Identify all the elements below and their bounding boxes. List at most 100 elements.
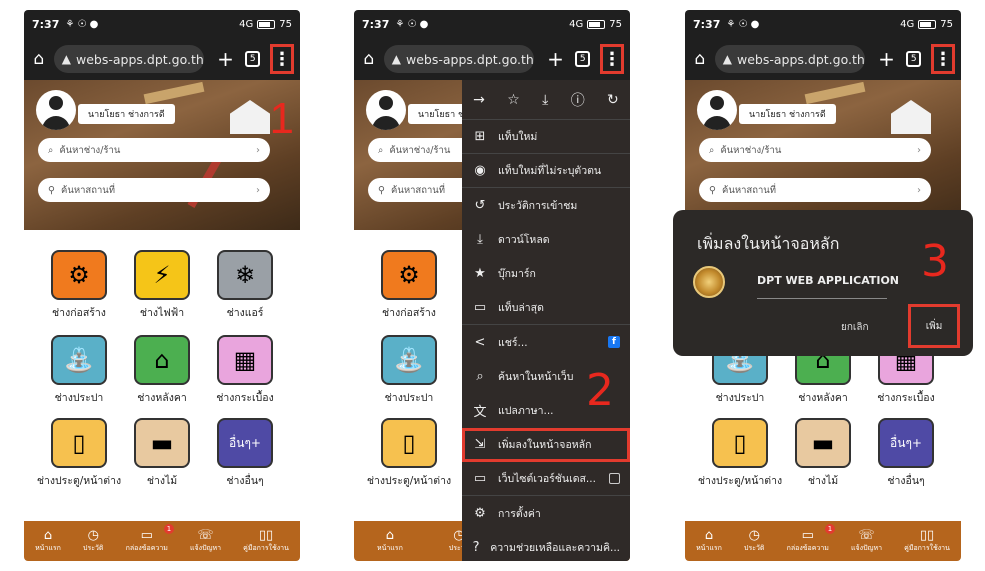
search-location-input[interactable]: ⚲ ค้นหาสถานที่ › bbox=[699, 178, 931, 202]
menu-item-recent-tabs[interactable]: ▭ แท็บล่าสุด bbox=[462, 291, 630, 326]
nav-manual[interactable]: ▯▯ คู่มือการใช้งาน bbox=[243, 528, 289, 554]
status-bar: 7:37 ⚘ ☉ ● 4G 75 bbox=[354, 10, 630, 38]
user-name: นายโยธา ช่างการดี bbox=[78, 104, 175, 124]
nav-manual[interactable]: ▯▯ คู่มือการใช้งาน bbox=[904, 528, 950, 554]
menu-item-incognito[interactable]: ◉ แท็บใหม่ที่ไม่ระบุตัวตน bbox=[462, 154, 630, 189]
wood-icon: ▬ bbox=[795, 418, 851, 468]
nav-home[interactable]: ⌂ หน้าแรก bbox=[35, 528, 61, 554]
chevron-right-icon: › bbox=[917, 144, 921, 156]
browser-toolbar: ⌂ ▲ webs-apps.dpt.go.th/c + 5 ⋮ bbox=[24, 38, 300, 80]
search-location-input[interactable]: ⚲ ค้นหาสถานที่ › bbox=[38, 178, 270, 202]
construction-icon: ⚙ bbox=[51, 250, 107, 300]
browser-menu-button[interactable]: ⋮ bbox=[931, 44, 956, 74]
new-tab-icon[interactable]: + bbox=[877, 47, 897, 71]
refresh-icon[interactable]: ↻ bbox=[607, 92, 619, 108]
construction-icon: ⚙ bbox=[381, 250, 437, 300]
translate-icon: 文 bbox=[473, 405, 487, 421]
browser-overflow-menu: → ☆ ⤓ ⓘ ↻ ⊞ แท็บใหม่ ◉ แท็บใหม่ที่ไม่ระบุต… bbox=[462, 80, 630, 561]
app-name-field[interactable]: DPT WEB APPLICATION bbox=[757, 274, 899, 287]
url-bar[interactable]: ▲ webs-apps.dpt.go.th/c bbox=[714, 45, 865, 73]
step-marker: 2 bbox=[586, 365, 614, 416]
home-icon[interactable]: ⌂ bbox=[691, 49, 709, 69]
bottom-nav: ⌂ หน้าแรก ◷ ประวัติ ▭ 1 กล่องข้อความ ☏ แจ้งปั… bbox=[24, 521, 300, 561]
search-icon: ⌕ bbox=[378, 144, 384, 156]
service-construction[interactable]: ⚙ ช่างก่อสร้าง bbox=[364, 250, 454, 321]
avatar[interactable] bbox=[697, 90, 737, 130]
avatar[interactable] bbox=[36, 90, 76, 130]
desktop-site-checkbox[interactable] bbox=[609, 472, 620, 484]
service-plumbing[interactable]: ⛲ ช่างประปา bbox=[364, 335, 454, 406]
house-decoration bbox=[230, 100, 270, 134]
tabs-icon[interactable]: 5 bbox=[906, 51, 922, 67]
hero-banner: นายโยธา ช่างการดี ⌕ ค้นหาช่าง/ร้าน › ⚲ ค… bbox=[685, 80, 961, 230]
menu-item-history[interactable]: ↺ ประวัติการเข้าชม bbox=[462, 188, 630, 222]
faucet-icon: ⛲ bbox=[381, 335, 437, 385]
download-icon[interactable]: ⤓ bbox=[542, 92, 548, 108]
url-bar[interactable]: ▲ webs-apps.dpt.go.th/c bbox=[53, 45, 204, 73]
service-other[interactable]: อื่นๆ+ ช่างอื่นๆ bbox=[200, 418, 290, 489]
tile-icon: ▦ bbox=[217, 335, 273, 385]
menu-item-desktop-site[interactable]: ▭ เว็บไซต์เวอร์ชันเดส... bbox=[462, 462, 630, 497]
new-tab-icon[interactable]: + bbox=[546, 47, 566, 71]
warning-icon: ▲ bbox=[61, 52, 72, 66]
service-electric[interactable]: ⚡ ช่างไฟฟ้า bbox=[117, 250, 207, 321]
tabs-icon[interactable]: 5 bbox=[575, 51, 591, 67]
nav-inbox[interactable]: ▭ 1 กล่องข้อความ bbox=[787, 524, 835, 554]
service-plumbing[interactable]: ⛲ ช่างประปา bbox=[34, 335, 124, 406]
service-wood[interactable]: ▬ ช่างไม้ bbox=[778, 418, 868, 489]
service-construction[interactable]: ⚙ ช่างก่อสร้าง bbox=[34, 250, 124, 321]
nav-report[interactable]: ☏ แจ้งปัญหา bbox=[190, 528, 221, 554]
nav-history[interactable]: ◷ ประวัติ bbox=[744, 528, 764, 554]
star-icon[interactable]: ☆ bbox=[507, 92, 520, 108]
home-icon: ⌂ bbox=[43, 528, 53, 543]
search-icon: ⌕ bbox=[48, 144, 54, 156]
service-wood[interactable]: ▬ ช่างไม้ bbox=[117, 418, 207, 489]
info-icon[interactable]: ⓘ bbox=[571, 90, 585, 110]
nav-history[interactable]: ◷ ประวัติ bbox=[83, 528, 103, 554]
menu-item-add-to-home-screen[interactable]: ⇲ เพิ่มลงในหน้าจอหลัก bbox=[462, 427, 630, 462]
desktop-icon: ▭ bbox=[473, 470, 487, 486]
menu-item-settings[interactable]: ⚙ การตั้งค่า bbox=[462, 496, 630, 530]
browser-toolbar: ⌂ ▲ webs-apps.dpt.go.th/c + 5 ⋮ bbox=[354, 38, 630, 80]
location-pin-icon: ⚲ bbox=[378, 184, 385, 196]
service-other[interactable]: อื่นๆ+ ช่างอื่นๆ bbox=[861, 418, 951, 489]
clock-icon: ◷ bbox=[87, 528, 99, 543]
nav-report[interactable]: ☏ แจ้งปัญหา bbox=[851, 528, 882, 554]
service-door-window[interactable]: ▯ ช่างประตู/หน้าต่าง bbox=[364, 418, 454, 489]
menu-item-new-tab[interactable]: ⊞ แท็บใหม่ bbox=[462, 120, 630, 155]
forward-icon[interactable]: → bbox=[473, 92, 485, 108]
menu-item-downloads[interactable]: ⤓ ดาวน์โหลด bbox=[462, 223, 630, 257]
home-icon: ⌂ bbox=[704, 528, 714, 543]
chat-icon: ▭ bbox=[140, 528, 153, 543]
home-icon[interactable]: ⌂ bbox=[30, 49, 48, 69]
url-bar[interactable]: ▲ webs-apps.dpt.go.th/c bbox=[383, 45, 534, 73]
browser-menu-button[interactable]: ⋮ bbox=[270, 44, 295, 74]
add-button[interactable]: เพิ่ม bbox=[908, 304, 960, 348]
search-store-input[interactable]: ⌕ ค้นหาช่าง/ร้าน › bbox=[38, 138, 270, 162]
service-aircon[interactable]: ❄ ช่างแอร์ bbox=[200, 250, 290, 321]
menu-item-bookmarks[interactable]: ★ บุ๊กมาร์ก bbox=[462, 257, 630, 291]
search-store-input[interactable]: ⌕ ค้นหาช่าง/ร้าน › bbox=[699, 138, 931, 162]
service-door-window[interactable]: ▯ ช่างประตู/หน้าต่าง bbox=[695, 418, 785, 489]
menu-item-help[interactable]: ? ความช่วยเหลือและความคิ... bbox=[462, 530, 630, 561]
service-tile[interactable]: ▦ ช่างกระเบื้อง bbox=[200, 335, 290, 406]
nav-inbox[interactable]: ▭ 1 กล่องข้อความ bbox=[126, 524, 174, 554]
incognito-icon: ◉ bbox=[474, 163, 486, 179]
browser-menu-button[interactable]: ⋮ bbox=[600, 44, 625, 74]
door-icon: ▯ bbox=[381, 418, 437, 468]
status-bar: 7:37 ⚘ ☉ ● 4G 75 bbox=[24, 10, 300, 38]
cancel-button[interactable]: ยกเลิก bbox=[841, 320, 869, 335]
location-pin-icon: ⚲ bbox=[709, 184, 716, 196]
menu-item-share[interactable]: < แชร์... f bbox=[462, 325, 630, 359]
nav-home[interactable]: ⌂ หน้าแรก bbox=[377, 528, 403, 554]
service-door-window[interactable]: ▯ ช่างประตู/หน้าต่าง bbox=[34, 418, 124, 489]
bottom-nav: ⌂ หน้าแรก ◷ ประวัติ ▭ 1 กล่องข้อความ ☏ แจ้งปั… bbox=[685, 521, 961, 561]
tool-decoration bbox=[143, 81, 205, 105]
nav-home[interactable]: ⌂ หน้าแรก bbox=[696, 528, 722, 554]
home-icon[interactable]: ⌂ bbox=[360, 49, 378, 69]
new-tab-icon[interactable]: + bbox=[216, 47, 236, 71]
avatar[interactable] bbox=[366, 90, 406, 130]
service-roof[interactable]: ⌂ ช่างหลังคา bbox=[117, 335, 207, 406]
aircon-icon: ❄ bbox=[217, 250, 273, 300]
tabs-icon[interactable]: 5 bbox=[245, 51, 261, 67]
